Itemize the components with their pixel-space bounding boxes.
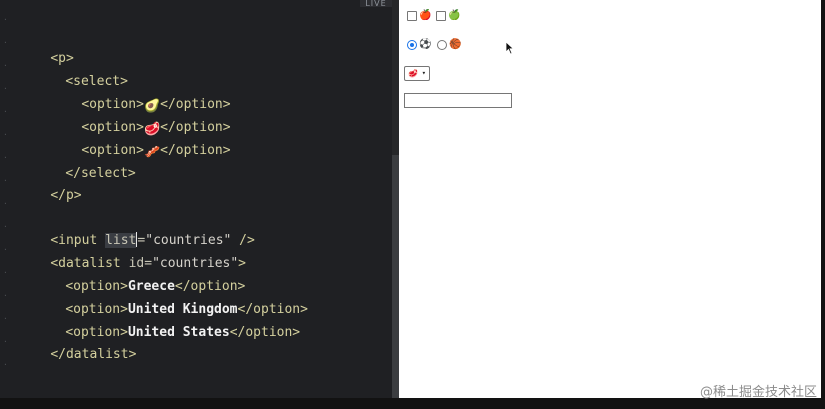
food-select[interactable]: 🥩 ▾ <box>404 66 430 81</box>
code-editor[interactable]: · · · · · · · · · · · · · · · · LIVE <p>… <box>0 0 392 398</box>
code-token: </option> <box>160 143 231 158</box>
watermark: @稀土掘金技术社区 <box>699 385 817 400</box>
code-line-option-uk: <option>United Kingdom</option> <box>34 283 308 317</box>
code-line-datalist-close: </datalist> <box>19 328 136 362</box>
code-line-p-open: <p> <box>19 32 73 66</box>
scrollbar-thumb[interactable] <box>392 155 399 398</box>
editor-scrollbar[interactable] <box>392 0 399 398</box>
red-apple-emoji: 🍎 <box>419 10 432 21</box>
code-line-option-avocado: <option>🥑</option> <box>50 78 230 114</box>
code-line-option-greece: <option>Greece</option> <box>34 260 245 294</box>
basketball-radio[interactable] <box>437 40 447 50</box>
select-value: 🥩 <box>408 69 418 78</box>
chevron-down-icon: ▾ <box>421 69 426 77</box>
soccer-radio[interactable] <box>407 40 417 50</box>
code-line-select-close: </select> <box>34 147 135 181</box>
code-line-option-bacon: <option>🥓</option> <box>50 124 230 160</box>
apple-red-checkbox[interactable] <box>407 11 417 21</box>
live-preview-pane: 🍎 🍏 ⚽ 🏀 🥩 ▾ <box>399 0 821 398</box>
code-line-p-close: </p> <box>19 169 81 203</box>
countries-input[interactable] <box>404 93 512 108</box>
code-line-option-steak: <option>🥩</option> <box>50 101 230 137</box>
window-edge <box>821 0 825 398</box>
code-token: United States <box>127 325 230 340</box>
code-token: </datalist> <box>50 347 137 362</box>
code-line-option-us: <option>United States</option> <box>34 306 300 340</box>
basketball-emoji: 🏀 <box>449 39 462 50</box>
line-gutter: · · · · · · · · · · · · · · · · <box>3 15 8 369</box>
green-apple-emoji: 🍏 <box>448 10 461 21</box>
mouse-pointer-icon <box>505 41 515 55</box>
code-line-select-open: <select> <box>34 55 128 89</box>
code-line-input: <input list="countries" /> <box>19 214 255 248</box>
bacon-emoji: 🥓 <box>143 145 161 160</box>
code-token: </option> <box>229 325 301 340</box>
code-token: </p> <box>50 188 82 203</box>
code-line-datalist-open: <datalist id="countries"> <box>19 237 246 271</box>
live-indicator: LIVE <box>360 0 392 8</box>
apple-green-checkbox[interactable] <box>436 11 446 21</box>
soccer-ball-emoji: ⚽ <box>419 39 432 50</box>
